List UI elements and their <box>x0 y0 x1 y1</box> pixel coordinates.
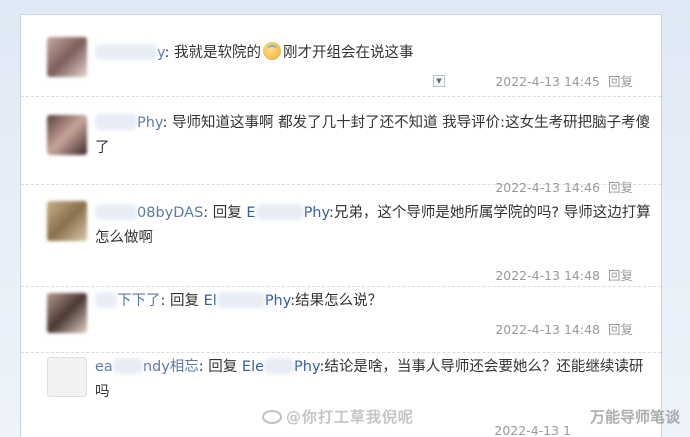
avatar[interactable] <box>47 201 87 241</box>
comment-text: 下下了: 回复 El Phy:结果怎么说？ <box>95 289 655 314</box>
avatar[interactable] <box>47 293 87 333</box>
reply-button[interactable]: 回复 <box>608 268 633 283</box>
avatar[interactable] <box>47 357 87 397</box>
username-blur <box>95 114 137 130</box>
comment-item: y: 我就是软院的 刚才开组会在说这事 ▼ 2022-4-13 14:45 回复 <box>21 15 661 97</box>
comment-item: 08byDAS: 回复 E Phy:兄弟，这个导师是她所属学院的吗? 导师这边打算… <box>21 187 661 287</box>
timestamp: 2022-4-13 14:48 <box>495 268 600 283</box>
comment-meta: 2022-4-13 14:48 回复 <box>495 319 633 338</box>
comment-username[interactable]: Phy <box>137 115 162 131</box>
comment-text: 08byDAS: 回复 E Phy:兄弟，这个导师是她所属学院的吗? 导师这边打算… <box>95 204 651 246</box>
comment-body-cont: 刚才开组会在说这事 <box>283 45 414 61</box>
avatar[interactable] <box>47 115 87 155</box>
reply-target[interactable]: Ele Phy <box>242 358 320 375</box>
comment-text: Phy: 导师知道这事啊 都发了几十封了还不知道 我导评价:这女生考研把脑子考傻… <box>95 114 651 156</box>
chevron-down-icon[interactable]: ▼ <box>433 75 445 87</box>
reply-prefix: 回复 <box>208 359 238 375</box>
comment-username[interactable]: 下下了 <box>117 293 161 309</box>
avatar[interactable] <box>47 37 87 77</box>
comment-meta: 2022-4-13 1 <box>494 423 571 437</box>
comment-meta: 2022-4-13 14:45 回复 <box>495 71 633 90</box>
comment-username-start[interactable]: ea <box>95 359 113 375</box>
reply-prefix: 回复 <box>170 293 199 309</box>
weibo-icon <box>262 410 282 424</box>
emoji-icon <box>263 42 282 60</box>
reply-button[interactable]: 回复 <box>608 74 633 89</box>
comment-username[interactable]: ndy相忘 <box>143 359 199 375</box>
comment-panel: y: 我就是软院的 刚才开组会在说这事 ▼ 2022-4-13 14:45 回复 … <box>20 14 662 437</box>
reply-target[interactable]: El Phy <box>204 292 290 309</box>
comment-body: :结果怎么说？ <box>290 293 383 309</box>
timestamp: 2022-4-13 1 <box>494 423 571 437</box>
comment-text: y: 我就是软院的 刚才开组会在说这事 <box>95 41 655 66</box>
timestamp: 2022-4-13 14:48 <box>495 322 600 337</box>
timestamp: 2022-4-13 14:45 <box>495 74 600 89</box>
comment-item: Phy: 导师知道这事啊 都发了几十封了还不知道 我导评价:这女生考研把脑子考傻… <box>21 97 661 195</box>
reply-button[interactable]: 回复 <box>608 322 633 337</box>
reply-target[interactable]: E Phy <box>246 204 329 221</box>
comment-username[interactable]: 08byDAS <box>137 205 203 221</box>
comment-username[interactable]: y <box>157 45 165 61</box>
comment-text: ea ndy相忘: 回复 Ele Phy:结论是啥，当事人导师还会要她么？还能继续读… <box>95 358 644 400</box>
username-blur <box>95 44 157 60</box>
username-blur <box>112 358 143 374</box>
watermark-right: 万能导师笔谈 <box>589 408 680 426</box>
comment-meta: 2022-4-13 14:48 回复 <box>495 265 633 284</box>
comment-body: 我就是软院的 <box>174 45 262 61</box>
comment-body: 导师知道这事啊 都发了几十封了还不知道 我导评价:这女生考研把脑子考傻了 <box>95 115 651 156</box>
comment-item: 下下了: 回复 El Phy:结果怎么说？ 2022-4-13 14:48 回复 <box>21 287 661 353</box>
watermark: @你打工草我倪呢 <box>262 406 414 427</box>
username-blur <box>95 204 137 220</box>
reply-prefix: 回复 <box>212 205 242 221</box>
username-blur <box>95 292 117 308</box>
